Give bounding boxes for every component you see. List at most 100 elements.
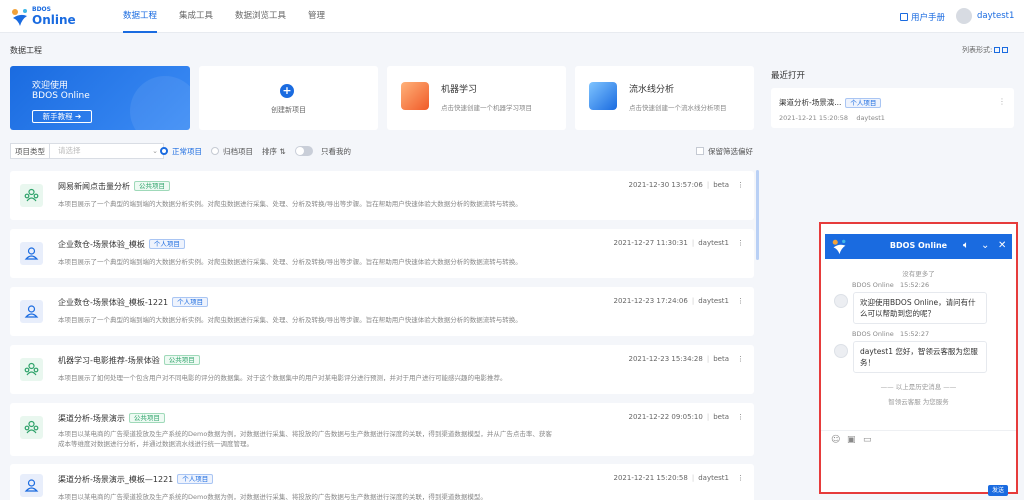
project-name[interactable]: 机器学习-电影推荐-场景体验 公共项目 bbox=[58, 355, 200, 366]
public-tag: 公共项目 bbox=[134, 181, 170, 191]
project-title: 渠道分析-场景演示 bbox=[58, 414, 125, 423]
list-format-toggle[interactable]: 列表形式: bbox=[962, 45, 1009, 55]
grid-view-icon[interactable] bbox=[1002, 47, 1009, 53]
sort-button[interactable]: 排序 ⇅ bbox=[262, 146, 286, 157]
recent-item-owner: daytest1 bbox=[856, 114, 885, 122]
brand-logo[interactable]: BDOS Online bbox=[10, 6, 95, 28]
chat-input-area[interactable]: ☺ ▣ ▭ bbox=[821, 430, 1016, 492]
only-mine-toggle[interactable] bbox=[295, 146, 313, 156]
project-row[interactable]: 企业数仓-场景体验_模板 个人项目 本项目展示了一个典型的端到端的大数据分析实例。… bbox=[10, 229, 754, 278]
service-label: 智领云客服 为您服务 bbox=[888, 398, 949, 406]
project-name[interactable]: 企业数仓-场景体验_模板 个人项目 bbox=[58, 239, 185, 250]
send-button[interactable]: 发送 bbox=[988, 485, 1008, 496]
keep-preference-label: 保留筛选偏好 bbox=[708, 147, 753, 156]
project-title: 网易新闻点击量分析 bbox=[58, 182, 130, 191]
archived-projects-label[interactable]: 归档项目 bbox=[223, 146, 253, 157]
keep-preference-checkbox[interactable] bbox=[696, 147, 704, 155]
chat-widget: BDOS Online 🔈︎ ⌄ ✕ 没有更多了 BDOS Online 15:… bbox=[819, 222, 1018, 494]
list-format-label: 列表形式: bbox=[962, 46, 993, 54]
project-meta: 2021-12-27 11:30:31 | daytest1 ⋮ bbox=[613, 239, 745, 247]
project-title: 企业数仓-场景体验_模板-1221 bbox=[58, 298, 169, 307]
history-divider: —— 以上是历史消息 —— bbox=[880, 383, 957, 391]
project-row[interactable]: 机器学习-电影推荐-场景体验 公共项目 本项目展示了如何处理一个包含用户对不同电影… bbox=[10, 345, 754, 394]
project-row[interactable]: 网易新闻点击量分析 公共项目 本项目展示了一个典型的端到端的大数据分析实例。对爬虫… bbox=[10, 171, 754, 220]
banner-decoration bbox=[130, 76, 190, 130]
project-type-select[interactable]: 请选择 ⌄ bbox=[49, 143, 164, 159]
user-manual-label: 用户手册 bbox=[911, 13, 946, 23]
page-title: 数据工程 bbox=[10, 46, 42, 55]
username[interactable]: daytest1 bbox=[977, 11, 1014, 21]
project-name[interactable]: 渠道分析-场景演示_模板—1221 个人项目 bbox=[58, 474, 214, 485]
project-title: 企业数仓-场景体验_模板 bbox=[58, 240, 145, 249]
project-description: 本项目展示了一个典型的端到端的大数据分析实例。对爬虫数据进行采集、处理、分析及转… bbox=[58, 258, 522, 266]
only-mine-label: 只看我的 bbox=[321, 147, 351, 156]
nav-data-browse-tools[interactable]: 数据浏览工具 bbox=[235, 0, 286, 33]
minimize-chevron-icon[interactable]: ⌄ bbox=[981, 240, 989, 251]
project-row[interactable]: 渠道分析-场景演示 公共项目 本项目以某电商的广告渠道投放及生产系统的Demo数据… bbox=[10, 403, 754, 456]
list-scrollbar[interactable] bbox=[756, 170, 759, 260]
normal-projects-radio[interactable] bbox=[160, 147, 168, 155]
volume-icon[interactable]: 🔈︎ bbox=[963, 240, 969, 251]
recent-item-title: 渠道分析-场景演... bbox=[779, 98, 842, 107]
more-icon[interactable]: ⋮ bbox=[737, 355, 744, 363]
ml-title: 机器学习 bbox=[441, 85, 478, 95]
emoji-icon[interactable]: ☺ bbox=[831, 436, 841, 445]
project-row[interactable]: 企业数仓-场景体验_模板-1221 个人项目 本项目展示了一个典型的端到端的大数据… bbox=[10, 287, 754, 336]
list-view-icon[interactable] bbox=[994, 47, 1001, 53]
bookmark-icon bbox=[589, 82, 617, 110]
people-icon bbox=[20, 416, 43, 439]
nav-integration-tools[interactable]: 集成工具 bbox=[179, 0, 213, 33]
private-tag: 个人项目 bbox=[148, 239, 185, 249]
manual-icon bbox=[900, 13, 908, 21]
people-icon bbox=[20, 358, 43, 381]
tutorial-button[interactable]: 新手教程 ➔ bbox=[32, 110, 92, 123]
pipeline-analysis-card[interactable]: 流水线分析 点击快速创建一个流水线分析项目 bbox=[575, 66, 754, 130]
select-placeholder: 请选择 bbox=[58, 146, 81, 155]
create-project-card[interactable]: + 创建新项目 bbox=[199, 66, 378, 130]
private-tag: 个人项目 bbox=[177, 474, 214, 484]
recent-item-name: 渠道分析-场景演... 个人项目 bbox=[779, 97, 882, 108]
nav-data-engineering[interactable]: 数据工程 bbox=[123, 0, 158, 33]
public-tag: 公共项目 bbox=[128, 413, 165, 423]
project-name[interactable]: 渠道分析-场景演示 公共项目 bbox=[58, 413, 165, 424]
project-meta: 2021-12-21 15:20:58 | daytest1 ⋮ bbox=[613, 474, 745, 482]
recent-title: 最近打开 bbox=[771, 71, 806, 81]
recent-item[interactable]: 渠道分析-场景演... 个人项目 2021-12-21 15:20:58 dayt… bbox=[771, 88, 1014, 128]
more-icon[interactable]: ⋮ bbox=[737, 239, 744, 247]
close-icon[interactable]: ✕ bbox=[998, 240, 1006, 251]
normal-projects-label[interactable]: 正常项目 bbox=[172, 146, 202, 157]
project-owner: daytest1 bbox=[698, 474, 729, 482]
image-icon[interactable]: ▣ bbox=[847, 436, 857, 445]
more-icon[interactable]: ⋮ bbox=[737, 474, 744, 482]
brand-sub: BDOS bbox=[32, 6, 51, 13]
chat-bubble: 欢迎使用BDOS Online，请问有什么可以帮助到您的呢？ bbox=[853, 292, 987, 324]
public-tag: 公共项目 bbox=[163, 355, 200, 365]
more-icon[interactable]: ⋮ bbox=[998, 97, 1006, 106]
project-time: 2021-12-23 17:24:06 bbox=[613, 297, 688, 305]
project-time: 2021-12-22 09:05:10 bbox=[628, 413, 703, 421]
user-manual-link[interactable]: 用户手册 bbox=[900, 11, 945, 23]
message-meta: BDOS Online 15:52:26 bbox=[852, 281, 929, 289]
person-icon bbox=[20, 474, 43, 497]
more-icon[interactable]: ⋮ bbox=[737, 297, 744, 305]
archived-projects-radio[interactable] bbox=[211, 147, 219, 155]
chevron-down-icon: ⌄ bbox=[152, 147, 158, 155]
create-project-label: 创建新项目 bbox=[271, 106, 306, 114]
project-time: 2021-12-30 13:57:06 bbox=[628, 181, 703, 189]
project-time: 2021-12-21 15:20:58 bbox=[613, 474, 688, 482]
message-meta: BDOS Online 15:52:27 bbox=[852, 330, 929, 338]
more-icon[interactable]: ⋮ bbox=[737, 181, 744, 189]
project-title: 机器学习-电影推荐-场景体验 bbox=[58, 356, 160, 365]
welcome-banner: 欢迎使用 BDOS Online 新手教程 ➔ bbox=[10, 66, 190, 130]
more-icon[interactable]: ⋮ bbox=[737, 413, 744, 421]
project-owner: daytest1 bbox=[698, 297, 729, 305]
project-name[interactable]: 企业数仓-场景体验_模板-1221 个人项目 bbox=[58, 297, 209, 308]
cube-icon bbox=[401, 82, 429, 110]
user-avatar[interactable] bbox=[956, 8, 972, 24]
folder-icon[interactable]: ▭ bbox=[863, 436, 873, 445]
project-row[interactable]: 渠道分析-场景演示_模板—1221 个人项目 本项目以某电商的广告渠道投放及生产系… bbox=[10, 464, 754, 500]
project-name[interactable]: 网易新闻点击量分析 公共项目 bbox=[58, 181, 170, 192]
machine-learning-card[interactable]: 机器学习 点击快速创建一个机器学习项目 bbox=[387, 66, 566, 130]
nav-admin[interactable]: 管理 bbox=[308, 0, 325, 33]
private-tag: 个人项目 bbox=[845, 98, 882, 108]
